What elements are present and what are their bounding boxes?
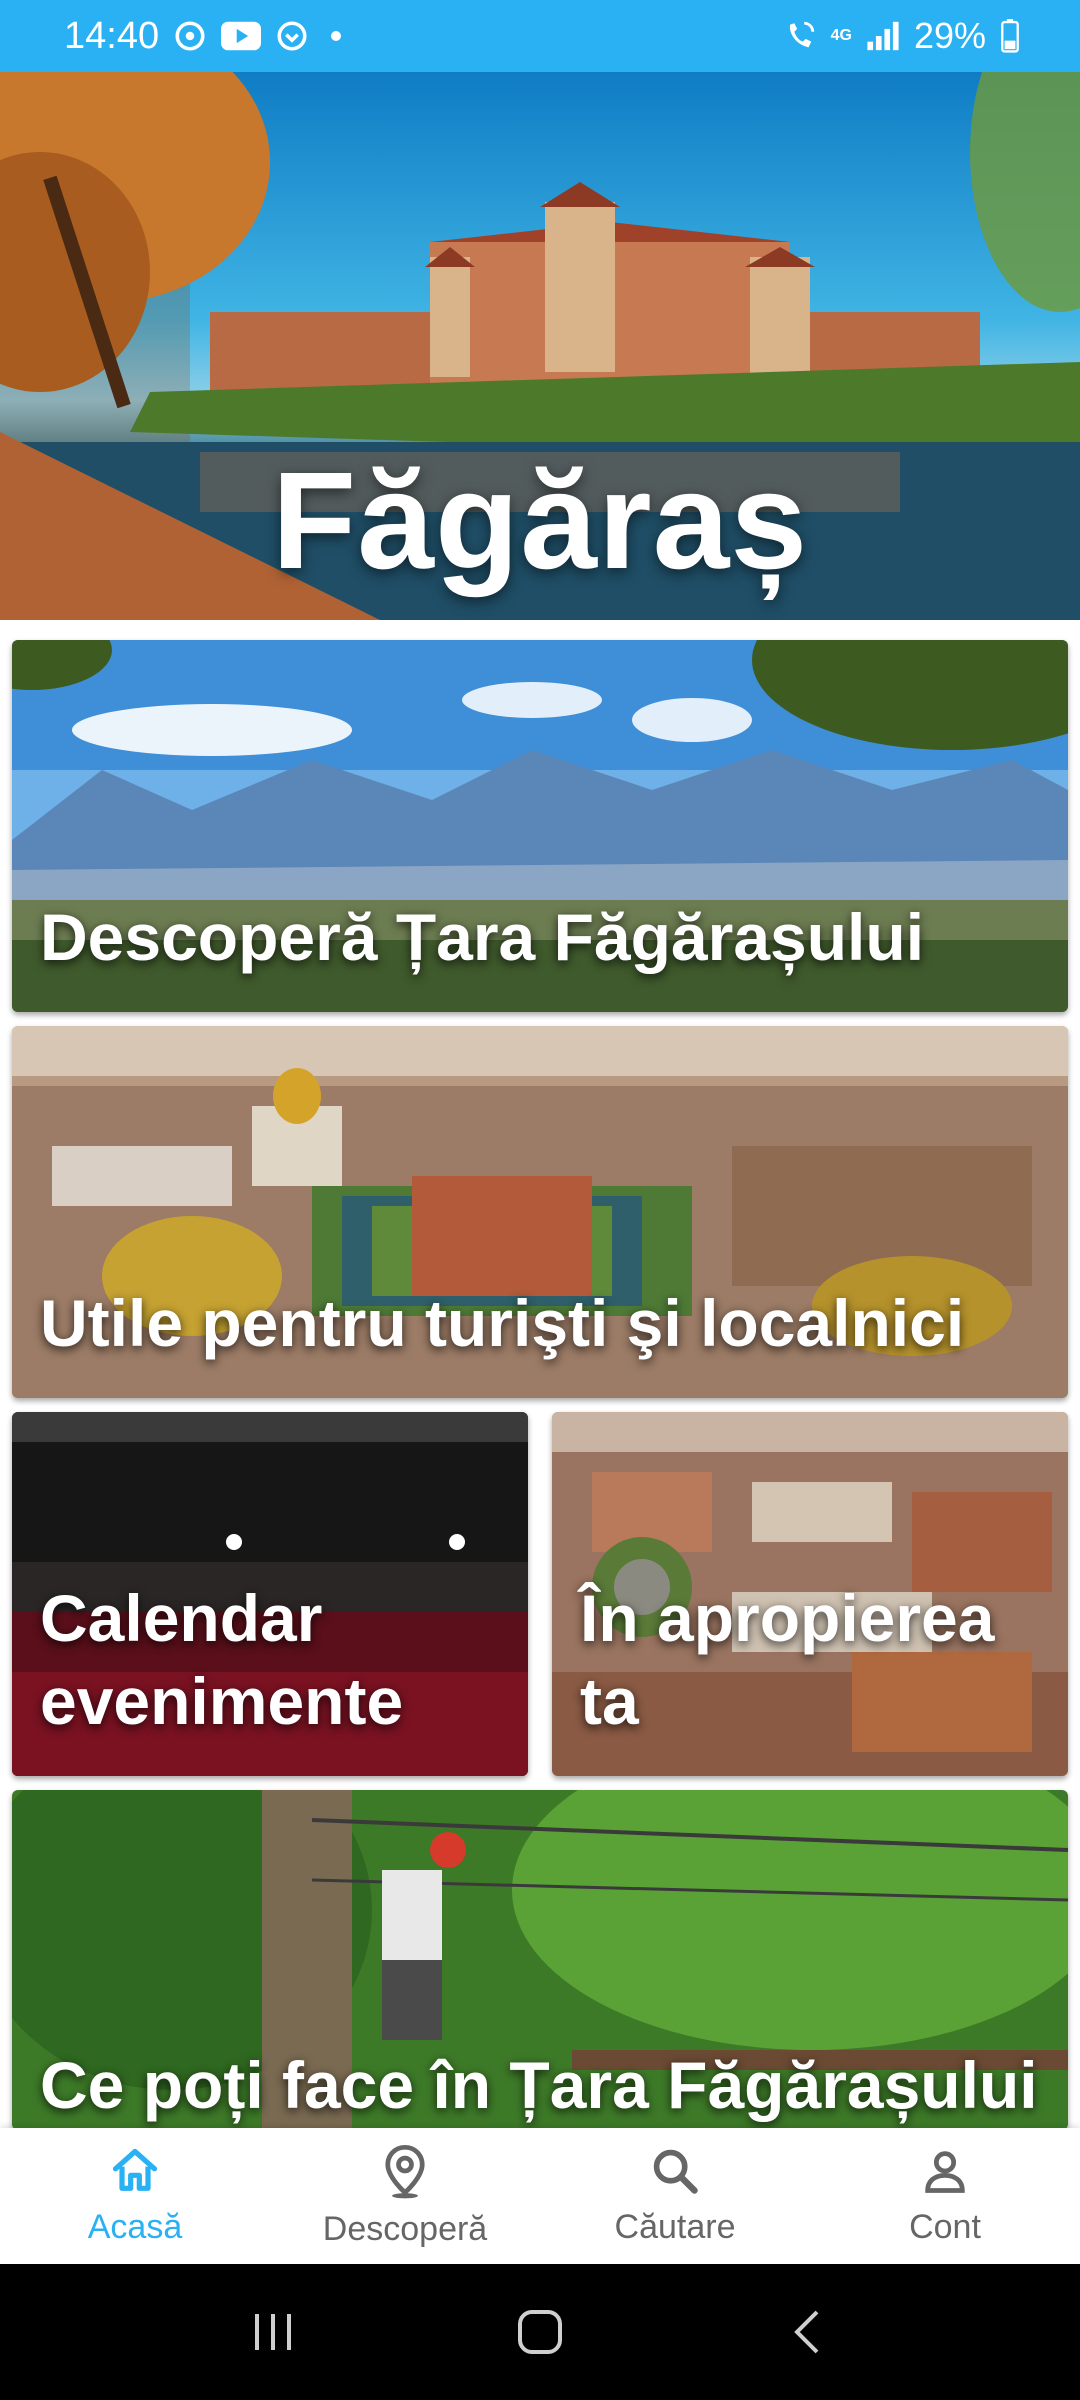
nav-label-discover: Descoperă — [322, 2210, 488, 2248]
bottom-navigation: Acasă Descoperă Căutare Cont — [0, 2128, 1080, 2264]
card-events-calendar[interactable]: Calendar evenimente — [12, 1412, 528, 1776]
music-icon — [275, 19, 309, 53]
battery-percent: 29% — [913, 15, 986, 56]
nav-label-search: Căutare — [614, 2208, 736, 2246]
back-icon — [793, 2310, 819, 2354]
location-pin-icon — [379, 2143, 431, 2204]
card-activities[interactable]: Ce poți face în Țara Făgărașului — [12, 1790, 1068, 2130]
home-system-button[interactable] — [480, 2282, 600, 2382]
status-bar-left: 14:40 — [64, 14, 342, 58]
status-bar-right: 4G 29% — [783, 15, 1020, 57]
home-icon — [109, 2145, 161, 2202]
sync-icon — [173, 19, 207, 53]
nav-item-search[interactable]: Căutare — [540, 2128, 810, 2264]
wifi-call-icon — [783, 19, 817, 53]
back-button[interactable] — [747, 2282, 867, 2382]
card-nearby[interactable]: În apropierea ta — [552, 1412, 1068, 1776]
card-label: Calendar evenimente — [40, 1581, 404, 1738]
hero-title: Făgăraș — [271, 444, 809, 598]
nav-item-discover[interactable]: Descoperă — [270, 2128, 540, 2264]
nav-label-account: Cont — [909, 2208, 981, 2246]
card-useful-info[interactable]: Utile pentru turişti şi localnici — [12, 1026, 1068, 1398]
dot-icon — [331, 31, 342, 41]
card-label: Ce poți face în Țara Făgărașului — [40, 2047, 1038, 2122]
status-time: 14:40 — [64, 14, 160, 57]
signal-icon — [866, 21, 900, 51]
person-icon — [919, 2145, 971, 2202]
card-label: În apropierea ta — [580, 1581, 995, 1738]
search-icon — [649, 2145, 701, 2202]
nav-item-home[interactable]: Acasă — [0, 2128, 270, 2264]
card-label: Utile pentru turişti şi localnici — [40, 1285, 965, 1360]
card-discover-region[interactable]: Descoperă Țara Făgărașului — [12, 640, 1068, 1012]
status-bar: 14:40 4G 29% — [0, 0, 1080, 72]
system-navigation-bar — [0, 2264, 1080, 2400]
nav-item-account[interactable]: Cont — [810, 2128, 1080, 2264]
recent-apps-button[interactable] — [213, 2282, 333, 2382]
home-system-icon — [517, 2310, 562, 2354]
nav-label-home: Acasă — [87, 2208, 183, 2246]
hero-banner: Făgăraș — [0, 72, 1080, 620]
battery-icon — [1000, 19, 1020, 53]
youtube-icon — [221, 21, 262, 51]
recent-apps-icon — [255, 2314, 292, 2350]
network-type: 4G — [830, 27, 852, 44]
card-label: Descoperă Țara Făgărașului — [40, 899, 925, 974]
